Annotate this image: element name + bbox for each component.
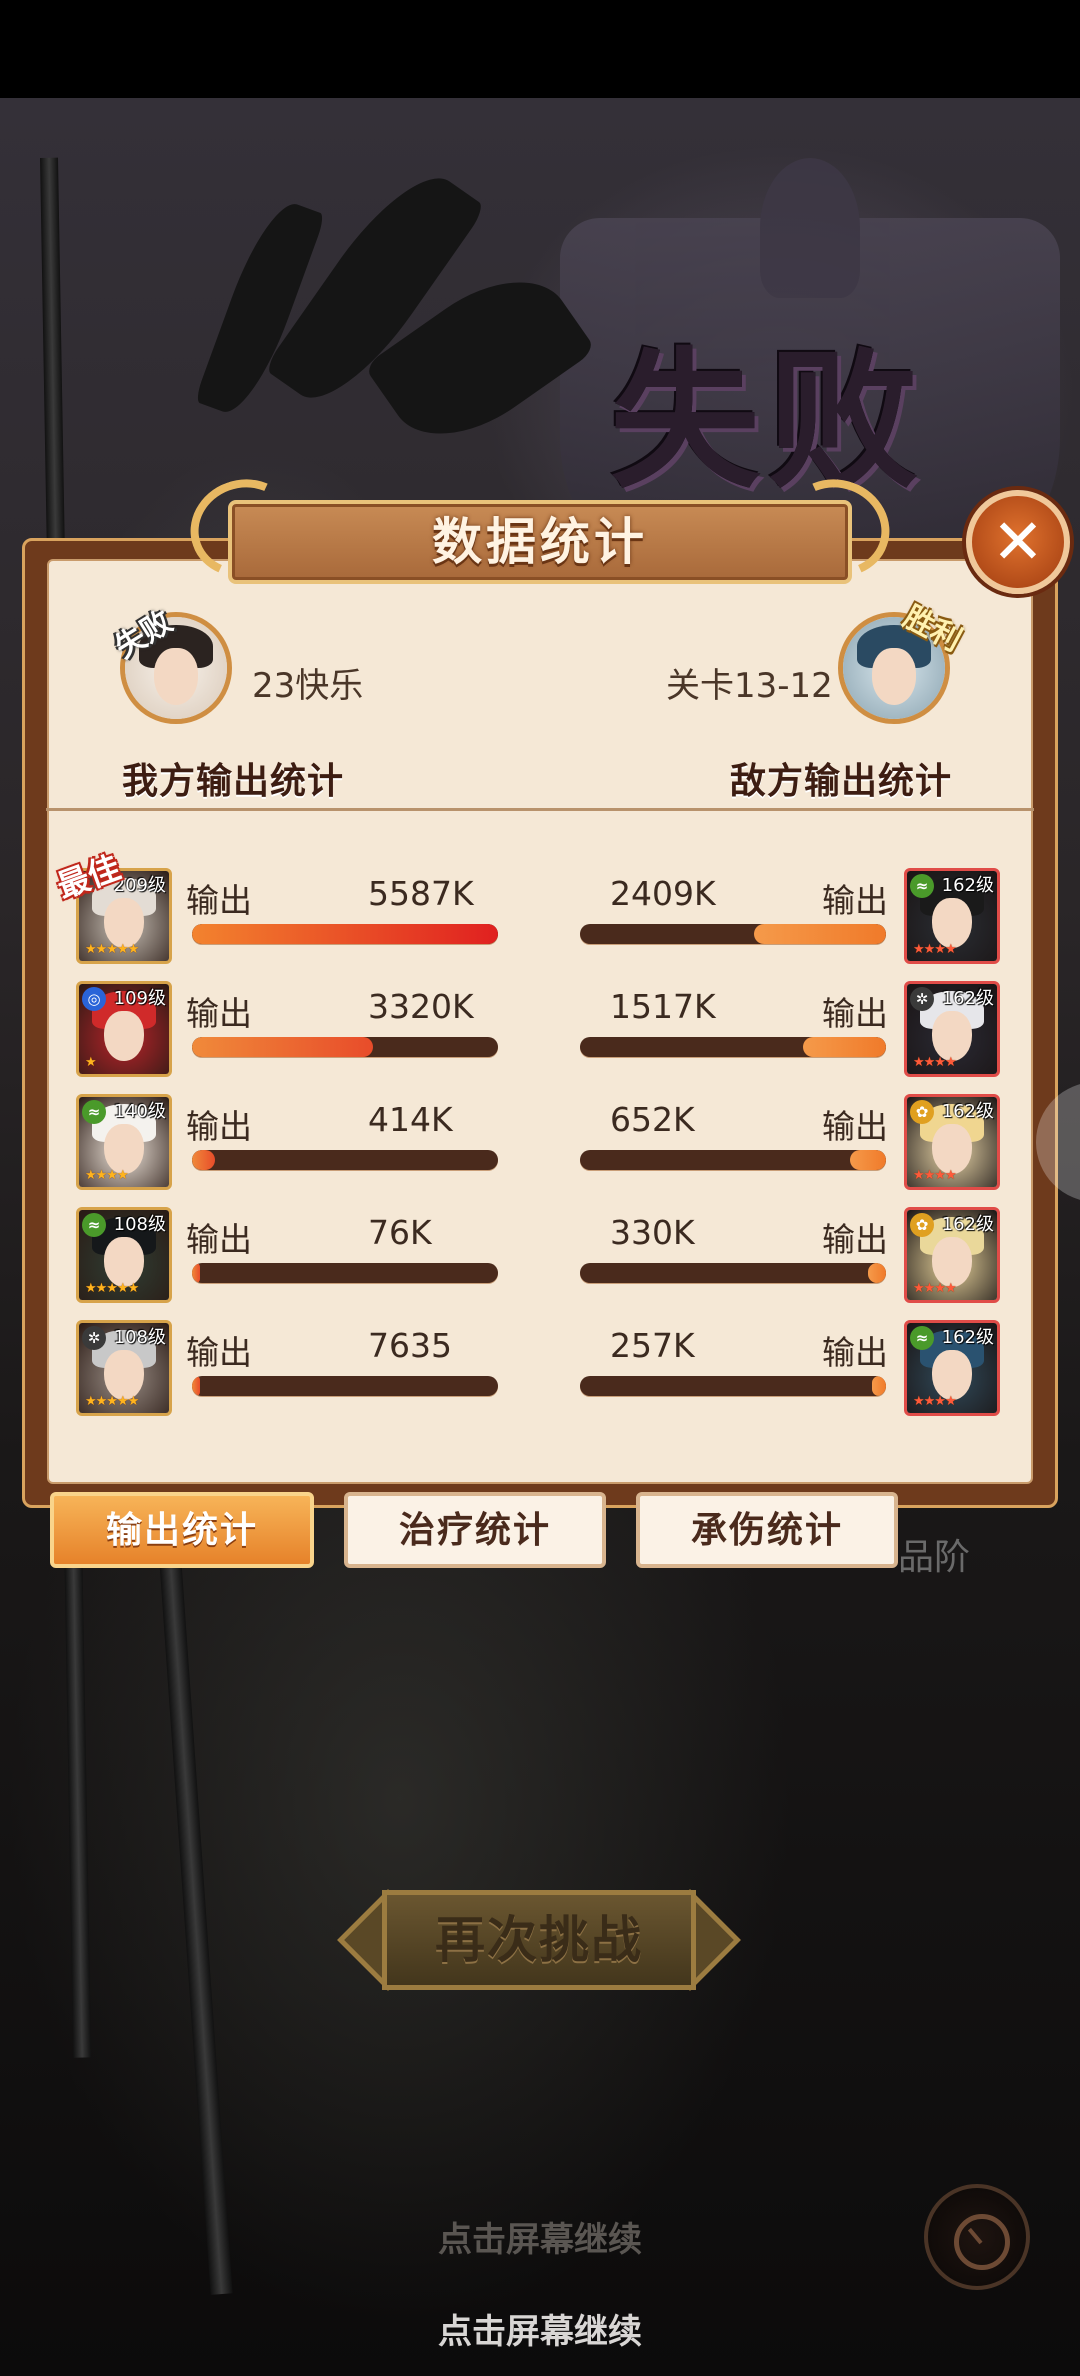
our-output-label: 我方输出统计 bbox=[122, 761, 345, 802]
hero-level: 108级 bbox=[113, 1327, 166, 1348]
ally-output-value: 5587K bbox=[368, 874, 474, 913]
star-rating-icon: ★★★★ bbox=[913, 1168, 957, 1183]
star-rating-icon: ★★★★ bbox=[913, 1281, 957, 1296]
enemy-hero-card[interactable]: ≈162级 ★★★★ bbox=[904, 868, 1000, 964]
ally-output-bar bbox=[192, 1263, 498, 1283]
ally-output-value: 76K bbox=[368, 1213, 432, 1252]
quality-text: 品阶 bbox=[898, 1537, 971, 1578]
enemy-output-value: 2409K bbox=[610, 874, 716, 913]
ally-output-bar-fill bbox=[192, 924, 498, 944]
enemy-hero-card[interactable]: ✲ 162级 ★★★★ bbox=[904, 981, 1000, 1077]
element-icon: ✿ bbox=[910, 1213, 934, 1237]
star-rating-icon: ★★★★ bbox=[913, 1394, 957, 1409]
ally-output-label: 输出 bbox=[186, 881, 252, 920]
element-icon: ≈ bbox=[82, 1100, 106, 1124]
ally-hero-card[interactable]: ≈108级 ★★★★★ bbox=[76, 1207, 172, 1303]
close-button[interactable]: ✕ bbox=[966, 490, 1070, 594]
enemy-output-bar bbox=[580, 1376, 886, 1396]
panel-title-banner: 数据统计 bbox=[176, 464, 904, 600]
enemy-output-bar-fill bbox=[803, 1037, 886, 1057]
close-x-icon: ✕ bbox=[992, 505, 1044, 578]
enemy-output-bar-fill bbox=[850, 1150, 886, 1170]
element-icon: ≈ bbox=[910, 1326, 934, 1350]
enemy-output-label: 输出 bbox=[822, 994, 888, 1033]
tab-damage-taken-stats[interactable]: 承伤统计 bbox=[636, 1492, 898, 1568]
star-rating-icon: ★★★★ bbox=[913, 942, 957, 957]
enemy-output-value: 1517K bbox=[610, 987, 716, 1026]
ally-output-value: 414K bbox=[368, 1100, 453, 1139]
hero-level: 140级 bbox=[113, 1101, 166, 1122]
ally-hero-card[interactable]: ✲ 108级 ★★★★★ bbox=[76, 1320, 172, 1416]
enemy-stage-name: 关卡13-12 bbox=[666, 666, 833, 706]
retry-button[interactable]: 再次挑战 bbox=[337, 1889, 741, 1991]
tab-heal-stats[interactable]: 治疗统计 bbox=[344, 1492, 606, 1568]
enemy-output-bar bbox=[580, 924, 886, 944]
continue-hint-dim: 点击屏幕继续 bbox=[438, 2220, 642, 2260]
ally-output-bar bbox=[192, 1037, 498, 1057]
hero-level: 108级 bbox=[113, 1214, 166, 1235]
element-icon: ✲ bbox=[82, 1326, 106, 1350]
ally-hero-card[interactable]: ≈140级 ★★★★ bbox=[76, 1094, 172, 1190]
ally-output-value: 3320K bbox=[368, 987, 474, 1026]
enemy-output-value: 257K bbox=[610, 1326, 695, 1365]
star-rating-icon: ★★★★ bbox=[85, 1168, 129, 1183]
enemy-output-label: 输出 bbox=[822, 881, 888, 920]
enemy-output-bar bbox=[580, 1263, 886, 1283]
player-name: 23快乐 bbox=[252, 666, 364, 706]
enemy-output-bar bbox=[580, 1037, 886, 1057]
ally-output-bar bbox=[192, 1376, 498, 1396]
panel-divider bbox=[46, 808, 1034, 811]
hero-level: 162级 bbox=[941, 988, 994, 1009]
ally-output-label: 输出 bbox=[186, 1333, 252, 1372]
ally-output-bar-fill bbox=[192, 1376, 200, 1396]
enemy-hero-card[interactable]: ≈162级 ★★★★ bbox=[904, 1320, 1000, 1416]
star-rating-icon: ★★★★ bbox=[913, 1055, 957, 1070]
ally-output-label: 输出 bbox=[186, 1220, 252, 1259]
dial-icon bbox=[954, 2214, 1010, 2270]
enemy-output-label: 敌方输出统计 bbox=[730, 761, 953, 802]
element-icon: ✿ bbox=[910, 1100, 934, 1124]
ally-hero-card[interactable]: ◎ 109级 ★ bbox=[76, 981, 172, 1077]
hero-level: 109级 bbox=[113, 988, 166, 1009]
ally-output-bar bbox=[192, 924, 498, 944]
hero-level: 162级 bbox=[941, 1101, 994, 1122]
game-screen[interactable]: 失败 数据统计 ✕ 失败 23快乐 我方输出统计 胜利 关卡13-12 敌方输出… bbox=[0, 0, 1080, 2376]
ally-output-bar-fill bbox=[192, 1263, 200, 1283]
star-rating-icon: ★★★★★ bbox=[85, 1394, 139, 1409]
enemy-output-label: 输出 bbox=[822, 1333, 888, 1372]
element-icon: ≈ bbox=[82, 1213, 106, 1237]
star-rating-icon: ★ bbox=[85, 1055, 97, 1070]
ally-output-label: 输出 bbox=[186, 994, 252, 1033]
enemy-hero-card[interactable]: ✿ 162级 ★★★★ bbox=[904, 1207, 1000, 1303]
hero-level: 162级 bbox=[941, 1214, 994, 1235]
continue-hint[interactable]: 点击屏幕继续 bbox=[0, 2304, 1080, 2353]
enemy-output-bar bbox=[580, 1150, 886, 1170]
panel-title: 数据统计 bbox=[432, 513, 648, 571]
star-rating-icon: ★★★★★ bbox=[85, 942, 139, 957]
ally-output-bar-fill bbox=[192, 1150, 215, 1170]
ally-output-bar bbox=[192, 1150, 498, 1170]
hero-level: 162级 bbox=[941, 875, 994, 896]
ally-output-value: 7635 bbox=[368, 1326, 452, 1365]
enemy-output-value: 330K bbox=[610, 1213, 695, 1252]
enemy-hero-card[interactable]: ✿ 162级 ★★★★ bbox=[904, 1094, 1000, 1190]
element-icon: ✲ bbox=[910, 987, 934, 1011]
enemy-output-value: 652K bbox=[610, 1100, 695, 1139]
ally-output-bar-fill bbox=[192, 1037, 373, 1057]
element-icon: ◎ bbox=[82, 987, 106, 1011]
enemy-output-label: 输出 bbox=[822, 1107, 888, 1146]
element-icon: ≈ bbox=[910, 874, 934, 898]
enemy-output-bar-fill bbox=[871, 1376, 886, 1396]
enemy-output-label: 输出 bbox=[822, 1220, 888, 1259]
star-rating-icon: ★★★★★ bbox=[85, 1281, 139, 1296]
ally-output-label: 输出 bbox=[186, 1107, 252, 1146]
enemy-output-bar-fill bbox=[867, 1263, 886, 1283]
speed-dial-button[interactable] bbox=[924, 2184, 1030, 2290]
retry-label: 再次挑战 bbox=[435, 1911, 643, 1969]
enemy-output-bar-fill bbox=[754, 924, 886, 944]
tab-output-stats[interactable]: 输出统计 bbox=[50, 1492, 314, 1568]
hero-level: 162级 bbox=[941, 1327, 994, 1348]
